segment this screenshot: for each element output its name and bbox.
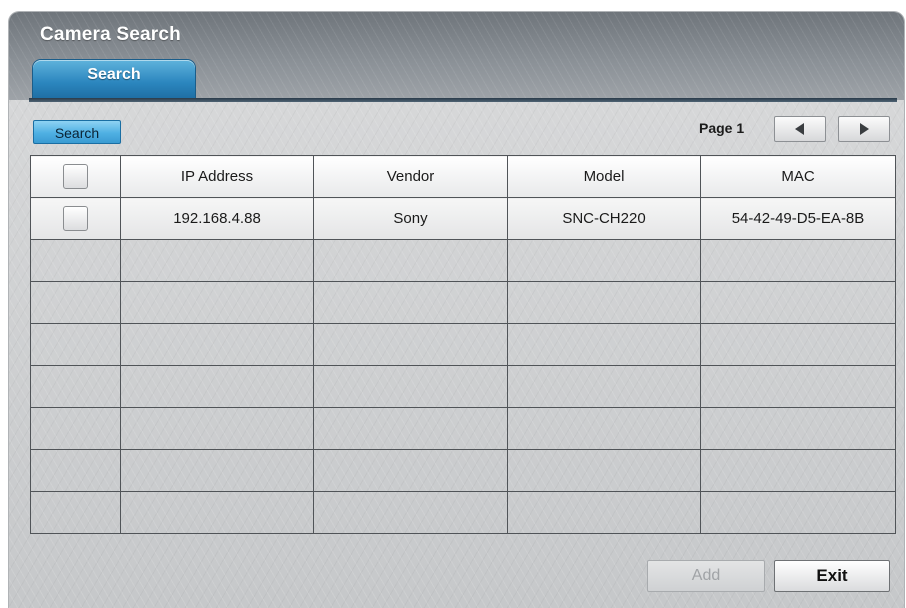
empty-table-row: [30, 239, 896, 282]
column-header-vendor[interactable]: Vendor: [313, 155, 508, 198]
tab-divider: [29, 98, 897, 102]
empty-table-row: [30, 491, 896, 534]
previous-page-button[interactable]: [774, 116, 826, 142]
row-checkbox[interactable]: [63, 206, 88, 231]
column-header-mac[interactable]: MAC: [700, 155, 896, 198]
title-bar: Camera Search Search: [9, 12, 904, 100]
empty-table-row: [30, 323, 896, 366]
empty-table-row: [30, 407, 896, 450]
row-select-cell: [30, 197, 121, 240]
cell-vendor: Sony: [313, 197, 508, 240]
table-header-row: IP Address Vendor Model MAC: [30, 155, 896, 198]
triangle-left-icon: [795, 123, 804, 135]
next-page-button[interactable]: [838, 116, 890, 142]
window-title: Camera Search: [40, 24, 181, 45]
column-header-ip-address[interactable]: IP Address: [120, 155, 314, 198]
select-all-checkbox[interactable]: [63, 164, 88, 189]
search-button[interactable]: Search: [33, 120, 121, 144]
empty-table-row: [30, 449, 896, 492]
empty-table-row: [30, 281, 896, 324]
tab-search[interactable]: Search: [33, 60, 195, 98]
cell-ip-address: 192.168.4.88: [120, 197, 314, 240]
page-indicator: Page 1: [699, 120, 745, 136]
cell-model: SNC-CH220: [507, 197, 701, 240]
empty-table-row: [30, 365, 896, 408]
cell-mac: 54-42-49-D5-EA-8B: [700, 197, 896, 240]
select-all-cell: [30, 155, 121, 198]
camera-search-window: Camera Search Search Search Page 1 IP Ad…: [9, 12, 904, 608]
exit-button[interactable]: Exit: [774, 560, 890, 592]
triangle-right-icon: [860, 123, 869, 135]
table-row[interactable]: 192.168.4.88 Sony SNC-CH220 54-42-49-D5-…: [30, 197, 896, 240]
column-header-model[interactable]: Model: [507, 155, 701, 198]
camera-results-table: IP Address Vendor Model MAC 192.168.4.88…: [30, 155, 896, 534]
add-button[interactable]: Add: [647, 560, 765, 592]
